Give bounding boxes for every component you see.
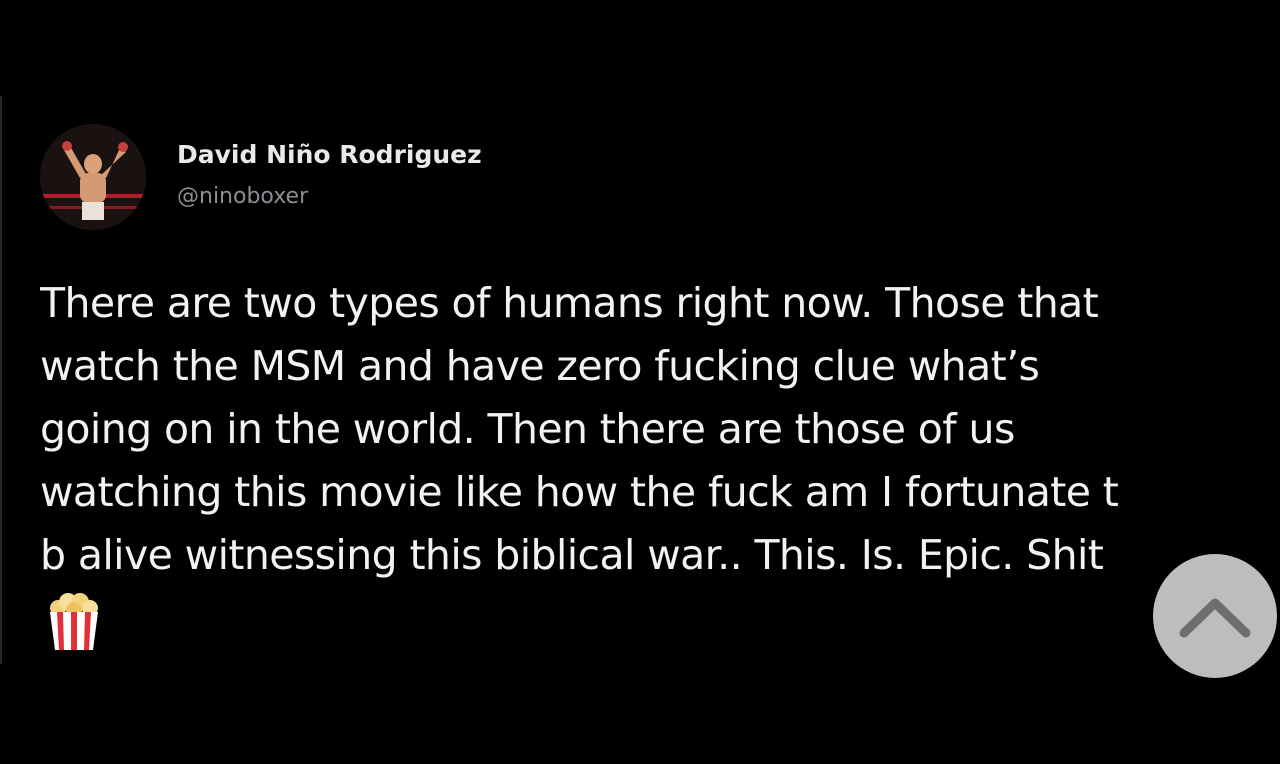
tweet-text-line: watching this movie like how the fuck am… xyxy=(40,468,1119,516)
author-handle[interactable]: @ninoboxer xyxy=(177,184,308,209)
left-border xyxy=(0,96,2,664)
tweet-text-line: There are two types of humans right now.… xyxy=(40,279,1099,327)
tweet-text-line: going on in the world. Then there are th… xyxy=(40,405,1015,453)
tweet-text: There are two types of humans right now.… xyxy=(40,272,1280,592)
author-display-name[interactable]: David Niño Rodriguez xyxy=(177,140,482,169)
avatar[interactable] xyxy=(40,124,146,230)
avatar-image xyxy=(40,124,146,230)
chevron-up-icon xyxy=(1179,598,1251,638)
scroll-to-top-button[interactable] xyxy=(1153,554,1277,678)
tweet-text-line: b alive witnessing this biblical war.. T… xyxy=(40,531,1104,579)
tweet-text-line: watch the MSM and have zero fucking clue… xyxy=(40,342,1040,390)
popcorn-icon xyxy=(44,590,104,652)
